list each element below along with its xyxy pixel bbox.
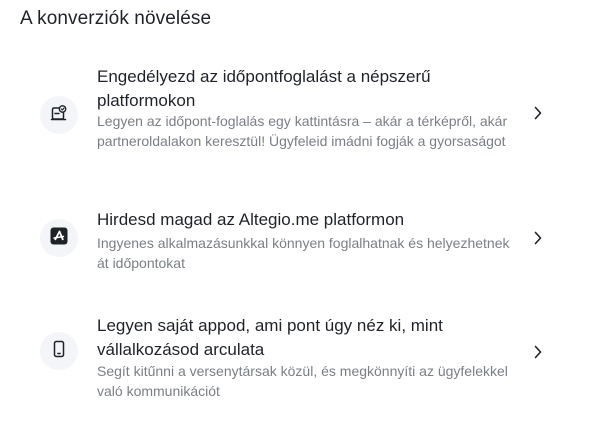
chevron-right-icon[interactable] [531,106,545,120]
chevron-right-icon[interactable] [531,345,545,359]
smartphone-icon [50,340,68,363]
list-item-own-app[interactable]: Legyen saját appod, ami pont úgy néz ki,… [0,310,611,410]
list-item-altegio-me[interactable]: Hirdesd magad az Altegio.me platformon I… [0,205,611,285]
item-title: Legyen saját appod, ami pont úgy néz ki,… [97,316,443,359]
icon-wrapper [40,96,78,134]
item-description: Legyen az időpont-foglalás egy kattintás… [97,113,508,149]
booking-widget-icon [50,104,68,127]
icon-wrapper [40,332,78,370]
icon-wrapper [40,219,78,257]
item-description: Segít kitűnni a versenytársak közül, és … [97,363,508,399]
item-title: Hirdesd magad az Altegio.me platformon [97,210,405,229]
altegio-logo-icon [50,227,68,250]
item-title: Engedélyezd az időpontfoglalást a népsze… [97,67,431,110]
item-description: Ingyenes alkalmazásunkkal könnyen foglal… [97,235,510,271]
section-title: A konverziók növelése [20,8,212,29]
chevron-right-icon[interactable] [531,231,545,245]
list-item-booking-platforms[interactable]: Engedélyezd az időpontfoglalást a népsze… [0,60,611,180]
